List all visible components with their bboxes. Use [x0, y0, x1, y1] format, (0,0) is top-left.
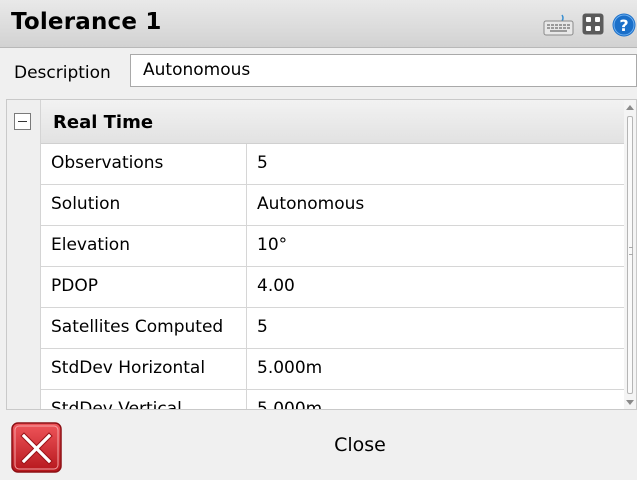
section-title: Real Time	[53, 112, 154, 133]
property-value[interactable]: 5.000m	[247, 390, 624, 409]
description-row: Description Autonomous	[0, 48, 637, 98]
property-rows: Observations 5 Solution Autonomous Eleva…	[41, 144, 624, 409]
keyboard-icon[interactable]	[543, 13, 574, 37]
property-grid: Real Time Observations 5 Solution Autono…	[6, 99, 637, 410]
property-value[interactable]: 5	[247, 308, 624, 349]
collapse-icon[interactable]	[14, 113, 31, 130]
svg-text:?: ?	[619, 16, 628, 35]
property-name: Satellites Computed	[41, 308, 247, 349]
scroll-thumb[interactable]	[627, 116, 633, 394]
property-row[interactable]: StdDev Vertical 5.000m	[41, 390, 624, 409]
close-label: Close	[334, 434, 386, 456]
help-icon[interactable]: ?	[612, 13, 636, 37]
grip-icon	[629, 247, 633, 255]
grid-icon[interactable]	[582, 13, 604, 35]
property-row[interactable]: Elevation 10°	[41, 226, 624, 267]
property-value[interactable]: Autonomous	[247, 185, 624, 226]
footer: Close	[0, 412, 637, 480]
section-header[interactable]: Real Time	[41, 100, 624, 144]
property-row[interactable]: Satellites Computed 5	[41, 308, 624, 349]
property-row[interactable]: PDOP 4.00	[41, 267, 624, 308]
description-input[interactable]: Autonomous	[130, 54, 637, 87]
window-title: Tolerance 1	[11, 9, 162, 35]
description-label: Description	[14, 63, 111, 83]
property-value[interactable]: 5.000m	[247, 349, 624, 390]
scroll-up-icon[interactable]	[626, 105, 634, 110]
property-row[interactable]: StdDev Horizontal 5.000m	[41, 349, 624, 390]
title-bar: Tolerance 1 ?	[0, 0, 637, 48]
property-name: Elevation	[41, 226, 247, 267]
property-row[interactable]: Observations 5	[41, 144, 624, 185]
close-button[interactable]: Close	[0, 412, 637, 480]
property-value[interactable]: 4.00	[247, 267, 624, 308]
property-name: Solution	[41, 185, 247, 226]
grid-gutter	[7, 100, 41, 409]
property-name: StdDev Vertical	[41, 390, 247, 409]
property-value[interactable]: 10°	[247, 226, 624, 267]
property-name: StdDev Horizontal	[41, 349, 247, 390]
vertical-scrollbar[interactable]	[624, 100, 636, 409]
property-value[interactable]: 5	[247, 144, 624, 185]
property-name: Observations	[41, 144, 247, 185]
property-row[interactable]: Solution Autonomous	[41, 185, 624, 226]
scroll-down-icon[interactable]	[626, 400, 634, 405]
property-name: PDOP	[41, 267, 247, 308]
